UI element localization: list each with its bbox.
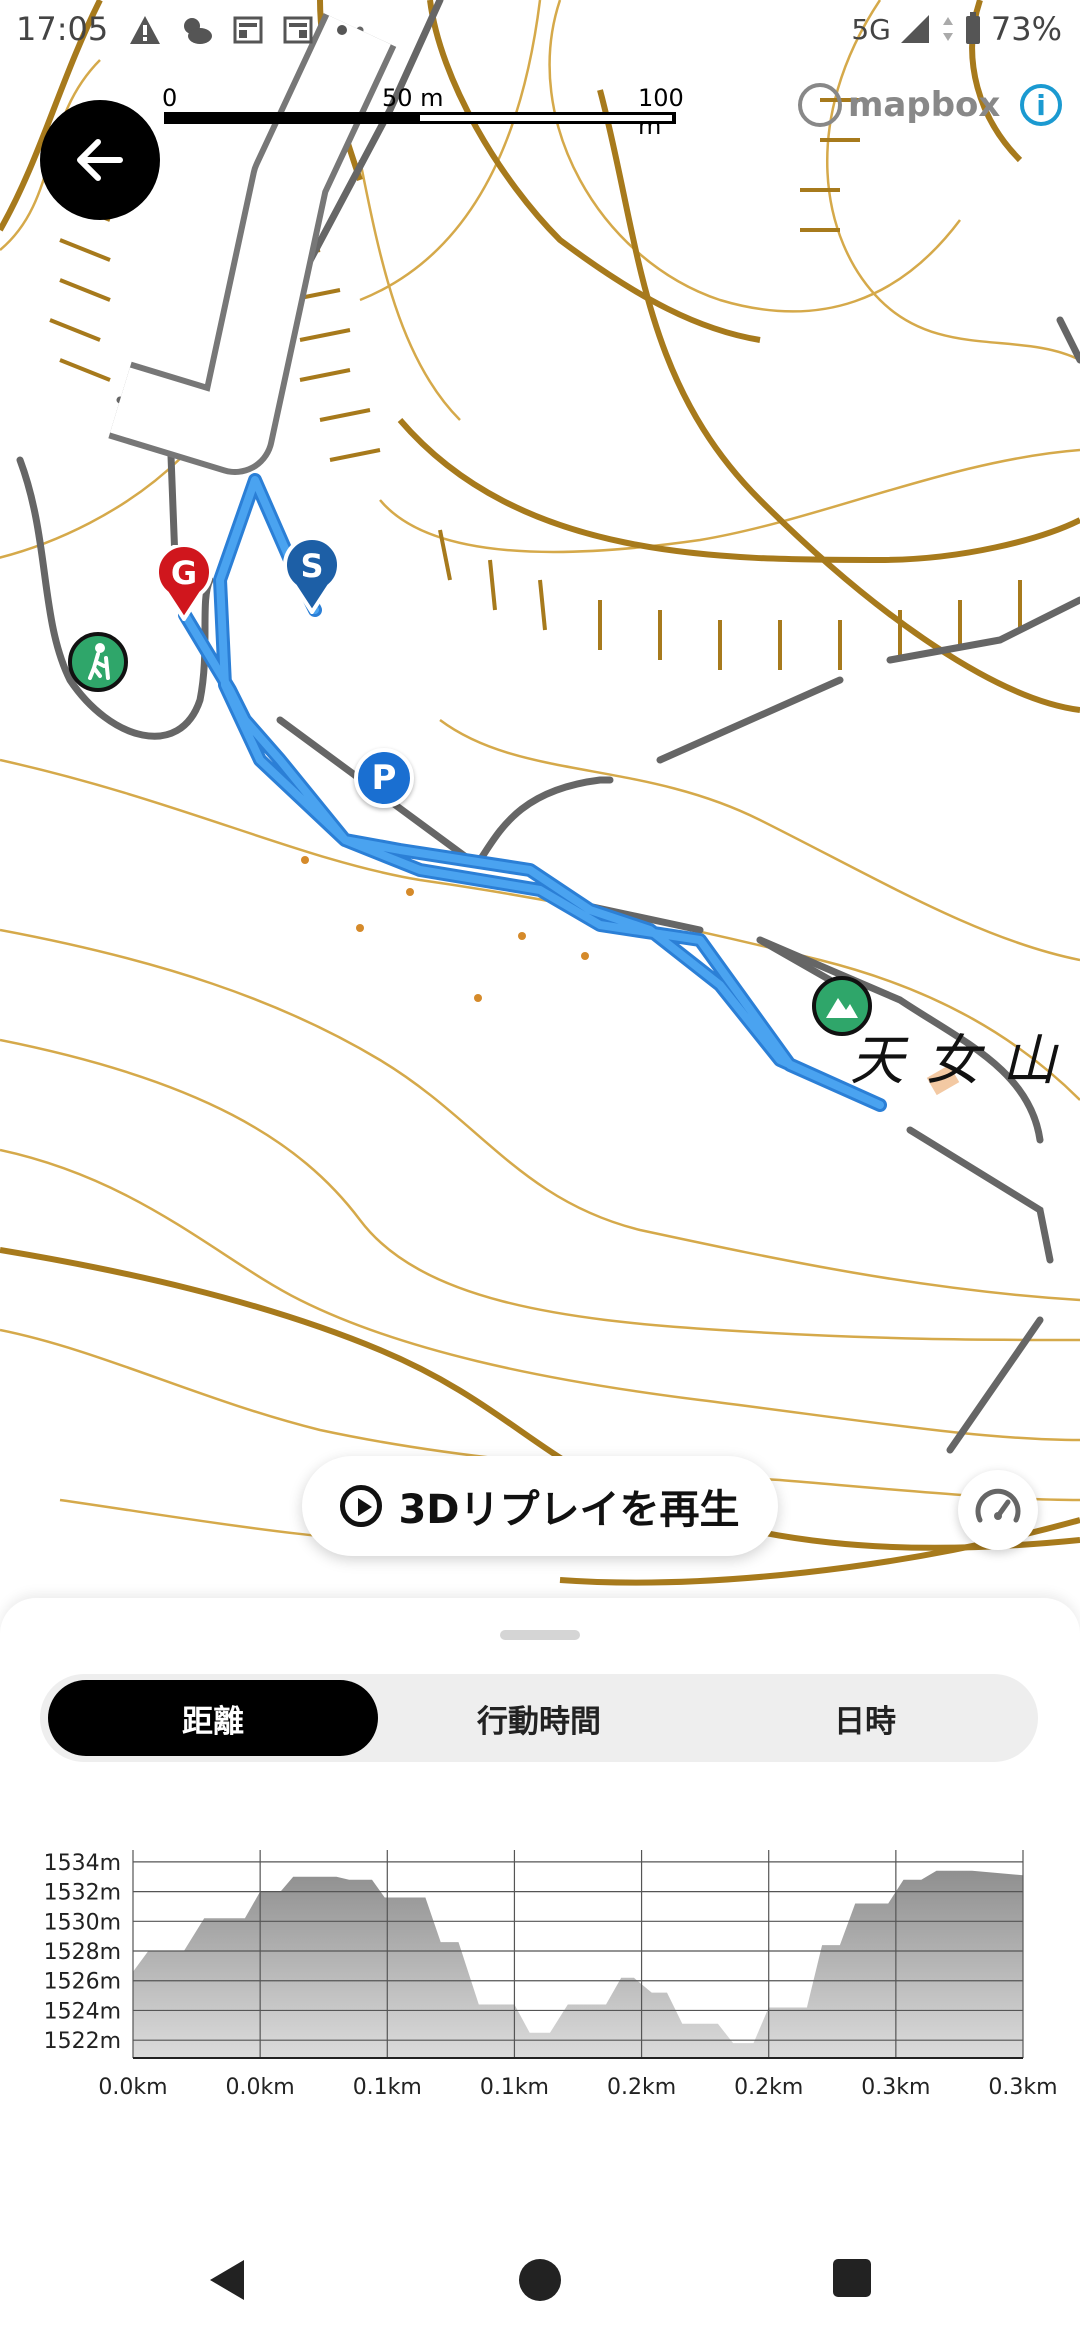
x-tick-label: 0.0km <box>98 2075 167 2100</box>
y-tick-label: 1526m <box>44 1970 121 1995</box>
data-arrows-icon <box>942 17 953 41</box>
elevation-area <box>133 1870 1023 2058</box>
arrow-left-icon <box>77 139 123 181</box>
x-tick-label: 0.0km <box>226 2075 295 2100</box>
scale-bar-line <box>164 112 676 124</box>
sheet-drag-handle[interactable] <box>500 1630 580 1640</box>
back-button[interactable] <box>40 100 160 220</box>
speedometer-icon <box>975 1488 1021 1523</box>
x-tick-label: 0.1km <box>480 2075 549 2100</box>
network-label: 5G <box>851 12 891 46</box>
battery-level: 73% <box>990 10 1062 48</box>
trailhead-hiker-icon[interactable] <box>68 632 128 692</box>
mapbox-logo[interactable]: mapbox <box>798 80 1000 130</box>
play-circle-icon <box>340 1485 383 1527</box>
start-marker[interactable]: S <box>283 538 341 614</box>
parking-marker[interactable]: P <box>354 748 414 808</box>
info-icon[interactable]: i <box>1020 84 1062 126</box>
replay-3d-label: 3Dリプレイを再生 <box>398 1487 740 1533</box>
notification-icons <box>128 14 352 46</box>
nav-recents-icon[interactable] <box>832 2258 872 2298</box>
tab-moving-time[interactable]: 行動時間 <box>374 1680 704 1756</box>
news-icon <box>233 16 263 44</box>
tab-distance[interactable]: 距離 <box>48 1680 378 1756</box>
mapbox-icon <box>798 83 842 127</box>
scale-label-50: 50 m <box>382 84 444 112</box>
bottom-sheet[interactable]: 距離 行動時間 日時 1534m 1532m 1530m 1528m 1526m 1524… <box>0 1598 1080 2340</box>
x-tick-label: 0.2km <box>734 2075 803 2100</box>
y-tick-label: 1530m <box>44 1910 121 1935</box>
x-tick-label: 0.2km <box>607 2075 676 2100</box>
weather-icon <box>184 18 212 44</box>
tab-datetime[interactable]: 日時 <box>700 1680 1030 1756</box>
map-view[interactable]: G S P 天女山 <box>0 0 1080 1600</box>
warning-icon <box>130 16 160 44</box>
map-canvas[interactable] <box>0 0 1080 1600</box>
nav-back-icon[interactable] <box>206 2258 248 2302</box>
mapbox-wordmark: mapbox <box>848 85 1001 125</box>
y-tick-label: 1534m <box>44 1851 121 1876</box>
signal-icon <box>900 15 929 43</box>
x-tick-label: 0.3km <box>861 2075 930 2100</box>
y-tick-label: 1528m <box>44 1940 121 1965</box>
x-tick-label: 0.3km <box>988 2075 1057 2100</box>
navigation-bar <box>0 2234 1080 2340</box>
status-time: 17:05 <box>16 10 109 48</box>
battery-icon <box>965 12 980 44</box>
status-bar: 17:05 5G 73% <box>0 0 1080 60</box>
news-icon-2 <box>283 16 313 44</box>
summit-label: 天女山 <box>850 1029 1078 1092</box>
scale-label-0: 0 <box>162 84 178 112</box>
scale-bar: 0 50 m 100 m <box>160 84 684 140</box>
goal-marker[interactable]: G <box>155 545 213 621</box>
chart-axis-tabs: 距離 行動時間 日時 <box>40 1674 1038 1762</box>
more-notifications-icon <box>337 25 347 35</box>
replay-3d-button[interactable]: 3Dリプレイを再生 <box>302 1456 778 1556</box>
elevation-chart[interactable]: 1534m 1532m 1530m 1528m 1526m 1524m 1522m 0.0km… <box>0 1820 1080 2160</box>
y-tick-label: 1524m <box>44 1999 121 2024</box>
y-tick-label: 1522m <box>44 2029 121 2054</box>
y-tick-label: 1532m <box>44 1881 121 1906</box>
speed-button[interactable] <box>958 1470 1038 1550</box>
nav-home-icon[interactable] <box>518 2258 562 2302</box>
x-tick-label: 0.1km <box>353 2075 422 2100</box>
